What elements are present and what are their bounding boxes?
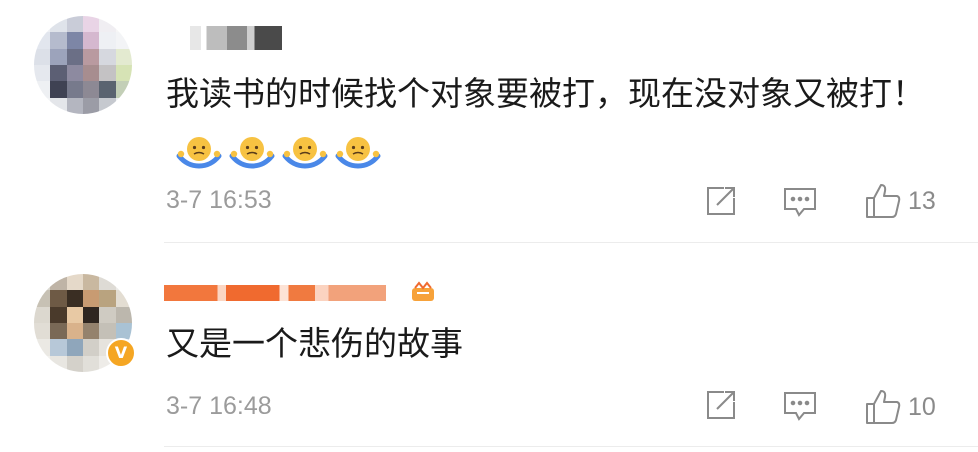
like-count: 10 [908, 392, 936, 421]
comment-timestamp: 3-7 16:48 [166, 392, 272, 420]
like-button[interactable]: 10 [864, 388, 936, 426]
comment-icon [784, 392, 816, 421]
username-blurred[interactable] [164, 285, 386, 301]
comment-button[interactable] [782, 388, 818, 424]
fan-level-badge-icon [412, 281, 434, 301]
share-icon [707, 391, 735, 419]
verified-badge: V [106, 338, 136, 368]
divider [164, 446, 978, 447]
comment-item: V 又是一个悲伤的故事 3-7 16:48 10 [0, 0, 978, 452]
share-button[interactable] [704, 388, 738, 422]
thumbs-up-icon [866, 390, 901, 424]
comment-text: 又是一个悲伤的故事 [166, 324, 463, 363]
